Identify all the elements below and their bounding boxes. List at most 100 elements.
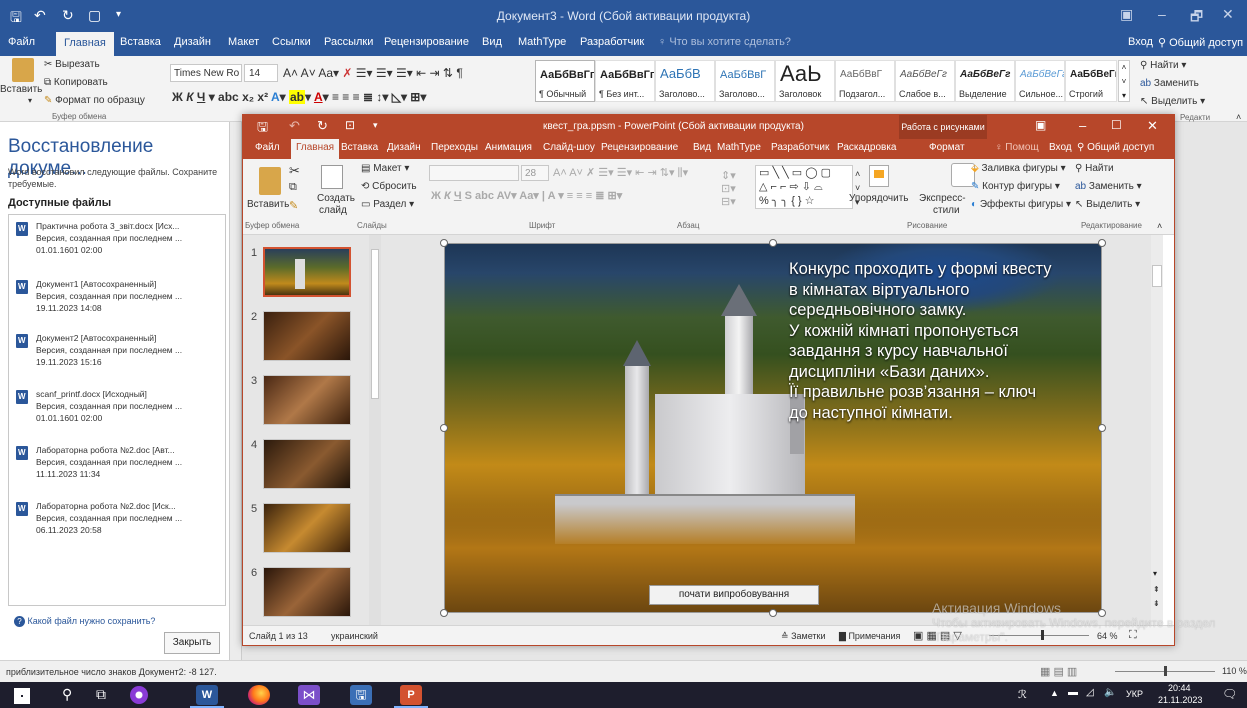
resize-handle[interactable] <box>440 609 448 617</box>
network-icon[interactable]: ◿ <box>1086 687 1094 698</box>
ppt-format-painter-icon[interactable]: ✎ <box>289 199 298 212</box>
ppt-ribbon-display-icon[interactable]: ▣ <box>1035 118 1046 132</box>
ppt-tab-format[interactable]: Формат <box>929 142 965 153</box>
ppt-text-direction-icons[interactable]: ⇕▾ ⊡▾ ⊟▾ <box>721 169 736 208</box>
style-no-spacing[interactable]: АаБбВвГг, ¶ Без инт... <box>595 60 655 102</box>
style-strong[interactable]: АаБбВеГг Строгий <box>1065 60 1117 102</box>
ppt-tab-insert[interactable]: Вставка <box>341 142 378 153</box>
language-indicator[interactable]: украинский <box>331 631 378 641</box>
arrange-button[interactable]: Упорядочить <box>849 193 909 204</box>
clear-format-icon[interactable]: ✗ <box>342 66 352 80</box>
collapse-ribbon-icon[interactable]: ˄ <box>1236 112 1241 122</box>
ppt-tab-home[interactable]: Главная <box>291 139 340 159</box>
minimize-icon[interactable]: – <box>1158 6 1166 22</box>
ppt-find-button[interactable]: ⚲ Найти <box>1075 163 1114 174</box>
canvas-scrollbar[interactable]: ▾ ⇞ ⇟ <box>1151 235 1163 625</box>
font-name-select[interactable]: Times New Ro <box>170 64 242 82</box>
paste-button[interactable]: Вставить <box>0 84 42 95</box>
ppt-tab-review[interactable]: Рецензирование <box>601 142 678 153</box>
ppt-undo-icon[interactable]: ↶ <box>289 118 300 134</box>
find-button[interactable]: ⚲ Найти ▾ <box>1140 60 1186 71</box>
ppt-share-button[interactable]: ⚲ Общий доступ <box>1077 142 1154 153</box>
slide-thumbnail-6[interactable] <box>263 567 351 617</box>
shape-effects-button[interactable]: ◐ Эффекты фигуры ▾ <box>971 199 1071 210</box>
ppt-minimize-icon[interactable]: – <box>1079 118 1086 133</box>
paste-dropdown-icon[interactable]: ▾ <box>28 96 32 105</box>
ppt-tab-view[interactable]: Вид <box>693 142 711 153</box>
styles-scroll[interactable]: ˄ ˅ ▾ <box>1118 60 1130 102</box>
tab-review[interactable]: Рецензирование <box>384 36 469 48</box>
start-windows-icon[interactable] <box>14 688 30 704</box>
tab-mailings[interactable]: Рассылки <box>324 36 373 48</box>
new-slide-button[interactable]: Создать <box>317 193 355 204</box>
ppt-tab-storyboard[interactable]: Раскадровка <box>837 142 896 153</box>
tab-insert[interactable]: Вставка <box>120 36 161 48</box>
ppt-save-icon[interactable]: 🖫 <box>257 118 268 140</box>
ppt-maximize-icon[interactable]: ☐ <box>1111 118 1122 132</box>
highlight-icon[interactable]: ab <box>289 90 306 104</box>
word-zoom-thumb[interactable] <box>1164 666 1167 676</box>
start-trial-button[interactable]: почати випробовування <box>649 585 819 605</box>
ppt-collapse-ribbon-icon[interactable]: ˄ <box>1157 221 1162 231</box>
tab-view[interactable]: Вид <box>482 36 502 48</box>
resize-handle[interactable] <box>1098 424 1106 432</box>
style-subtle-emphasis[interactable]: АаБбВеГг Слабое в... <box>895 60 955 102</box>
thumbnails-scroll-thumb[interactable] <box>371 249 379 399</box>
style-intense-emphasis[interactable]: АаБбВеГг Сильное... <box>1015 60 1065 102</box>
volume-icon[interactable]: 🔈 <box>1104 687 1116 698</box>
notifications-icon[interactable]: 🗨 <box>1222 687 1237 701</box>
ppt-tab-design[interactable]: Дизайн <box>387 142 421 153</box>
ppt-tab-file[interactable]: Файл <box>255 142 280 153</box>
tab-home[interactable]: Главная <box>56 32 114 56</box>
recovered-file[interactable]: Лабораторна робота №2.doc [Иск... Версия,… <box>16 500 221 536</box>
reset-button[interactable]: ⟲ Сбросить <box>361 181 417 192</box>
format-painter-button[interactable]: ✎ Формат по образцу <box>44 95 145 106</box>
quick-styles-button[interactable]: Экспресс- <box>919 193 966 204</box>
thumbnails-scrollbar[interactable] <box>369 235 381 625</box>
slide-1[interactable]: Конкурс проходить у формі квесту в кімна… <box>444 243 1102 613</box>
style-heading-2[interactable]: АаБбВвГ Заголово... <box>715 60 775 102</box>
font-format-icons[interactable]: Ж К Ч ▾ abc x₂ x² A▾ ab▾ A▾ ≡ ≡ ≡ ≣ ↕▾ ◺… <box>172 90 426 104</box>
ppt-copy-icon[interactable]: ⧉ <box>289 181 297 194</box>
slide-thumbnail-3[interactable] <box>263 375 351 425</box>
ppt-paste-button[interactable]: Вставить <box>247 199 289 210</box>
canvas-scroll-thumb[interactable] <box>1152 265 1162 287</box>
teams-app-icon[interactable] <box>130 686 148 704</box>
ribbon-display-icon[interactable]: ▣ <box>1120 6 1133 23</box>
ppt-tab-animation[interactable]: Анимация <box>485 142 532 153</box>
ppt-tab-transitions[interactable]: Переходы <box>431 142 478 153</box>
ppt-customize-icon[interactable]: ▾ <box>373 120 378 131</box>
ppt-cut-icon[interactable]: ✂ <box>289 163 300 179</box>
powerpoint-app-icon[interactable]: P <box>400 685 422 705</box>
ppt-help-search[interactable]: ♀ Помощ <box>995 142 1039 153</box>
tab-design[interactable]: Дизайн <box>174 36 211 48</box>
ppt-sign-in[interactable]: Вход <box>1049 142 1072 153</box>
word-zoom-level[interactable]: 110 % <box>1222 666 1247 676</box>
cut-button[interactable]: ✂ Вырезать <box>44 59 100 70</box>
clock-date[interactable]: 21.11.2023 <box>1158 695 1202 705</box>
ppt-paste-icon[interactable] <box>259 167 281 195</box>
recovered-file[interactable]: Практична робота 3_звіт.docx [Исх... Верс… <box>16 220 221 256</box>
copy-button[interactable]: ⧉ Копировать <box>44 77 108 88</box>
previous-slide-icon[interactable]: ⇞ <box>1153 585 1160 594</box>
resize-handle[interactable] <box>440 239 448 247</box>
comments-button[interactable]: ▇ Примечания <box>839 631 900 642</box>
slide-thumbnail-5[interactable] <box>263 503 351 553</box>
input-language[interactable]: УКР <box>1126 689 1143 699</box>
save-app-icon[interactable]: 🖫 <box>350 685 372 705</box>
ppt-replace-button[interactable]: ab Заменить ▾ <box>1075 181 1142 192</box>
help-link[interactable]: ? Какой файл нужно сохранить? <box>14 616 155 627</box>
tab-layout[interactable]: Макет <box>228 36 259 48</box>
ppt-font-size-select[interactable]: 28 <box>521 165 549 181</box>
resize-handle[interactable] <box>440 424 448 432</box>
close-recovery-button[interactable]: Закрыть <box>164 632 220 654</box>
style-subtitle[interactable]: АаБбВвГ Подзагол... <box>835 60 895 102</box>
ppt-tab-developer[interactable]: Разработчик <box>771 142 829 153</box>
tray-expand-icon[interactable]: ▲ <box>1050 688 1059 698</box>
shape-outline-button[interactable]: ✎ Контур фигуры ▾ <box>971 181 1060 192</box>
recovered-file[interactable]: scanf_printf.docx [Исходный] Версия, созд… <box>16 388 221 424</box>
tab-references[interactable]: Ссылки <box>272 36 311 48</box>
ppt-tab-mathtype[interactable]: MathType <box>717 142 761 153</box>
ppt-select-button[interactable]: ↖ Выделить ▾ <box>1075 199 1140 210</box>
clipboard-paste-icon[interactable] <box>12 58 34 82</box>
